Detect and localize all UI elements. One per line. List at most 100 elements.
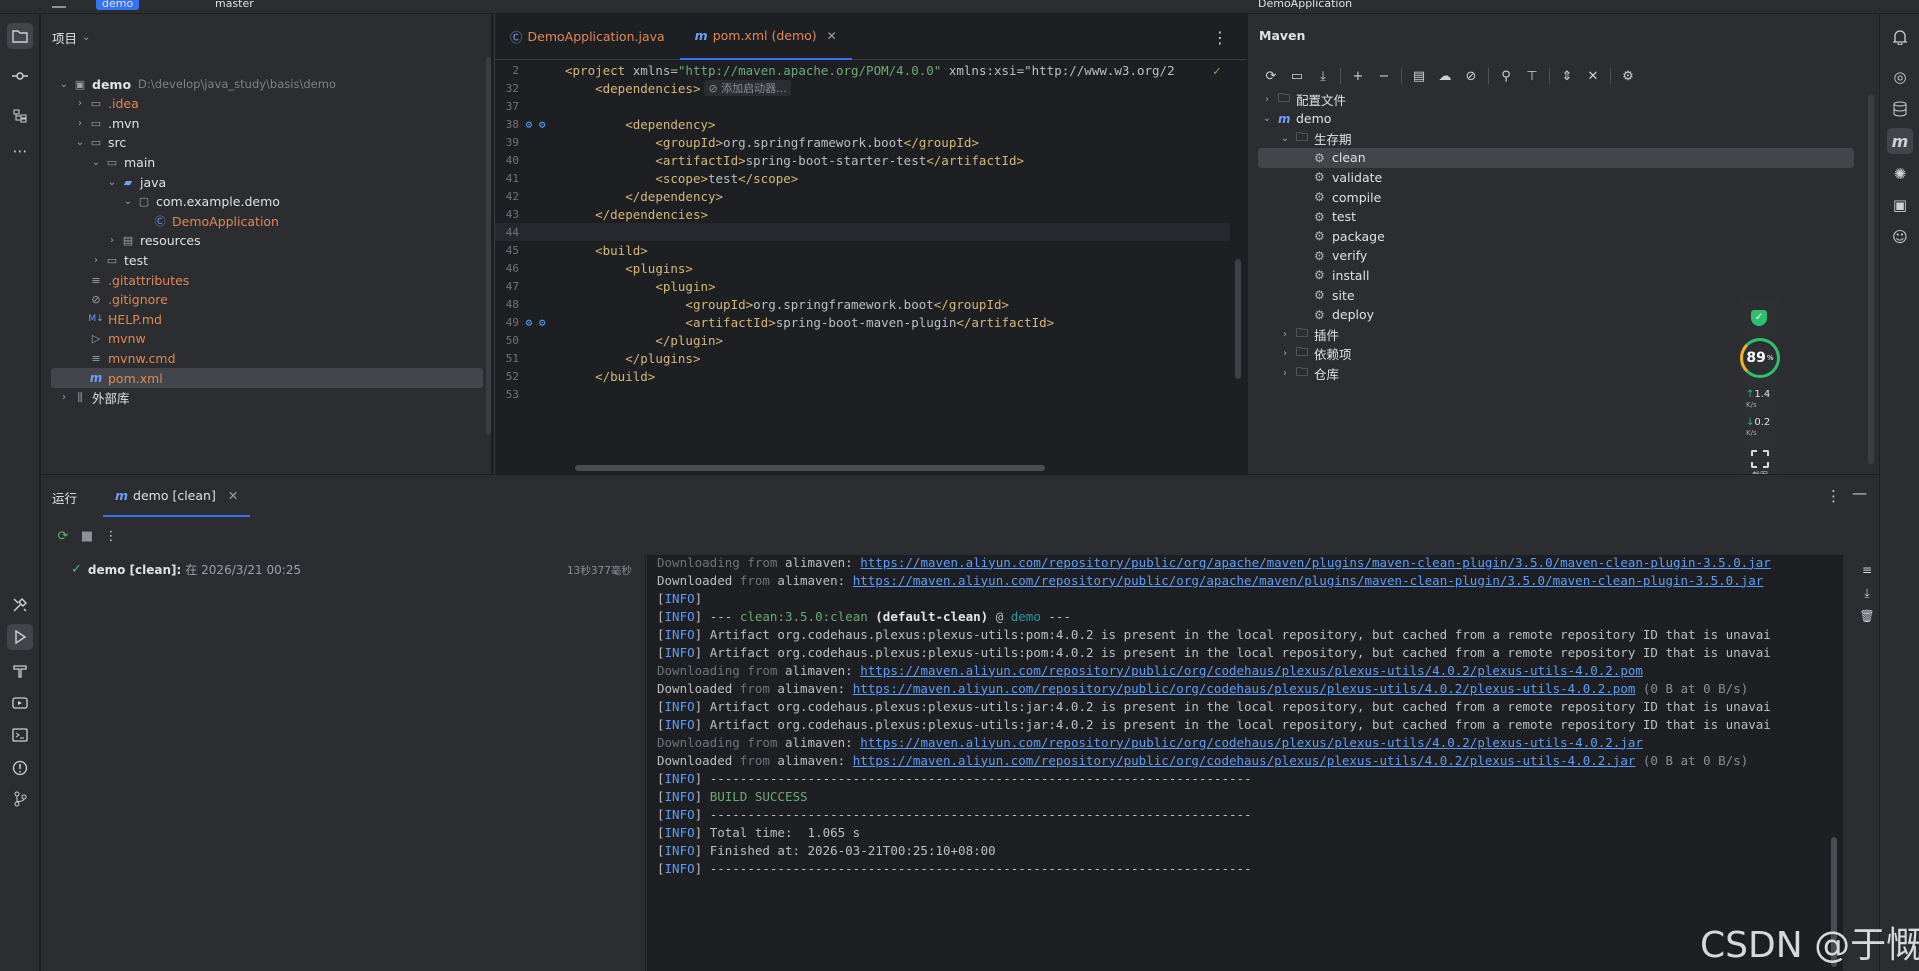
chevron-right-icon[interactable]: › [105, 235, 119, 246]
console-link[interactable]: https://maven.aliyun.com/repository/publ… [860, 735, 1643, 750]
run-tool-icon[interactable] [7, 624, 33, 650]
console-link[interactable]: https://maven.aliyun.com/repository/publ… [860, 663, 1643, 678]
project-badge[interactable]: demo [96, 0, 140, 10]
chevron-down-icon[interactable]: ⌄ [73, 137, 87, 148]
clear-all-icon[interactable]: 🗑 [1859, 609, 1875, 623]
chevron-down-icon[interactable]: ⌄ [82, 32, 90, 43]
code-line[interactable]: 38 ⚙ ⚙ <dependency> [495, 115, 1230, 133]
project-tree-item[interactable]: ≡ mvnw.cmd [41, 348, 483, 368]
project-scrollbar[interactable] [486, 57, 491, 435]
tab-pom-xml[interactable]: m pom.xml (demo) ✕ [679, 14, 852, 60]
main-menu-icon[interactable] [52, 0, 66, 8]
code-line[interactable]: 46 <plugins> [495, 259, 1230, 277]
performance-gauge[interactable]: 89% [1740, 338, 1780, 378]
project-tree-item[interactable]: › ▤ resources [41, 231, 483, 251]
reload-icon[interactable]: ⟳ [1258, 65, 1284, 87]
maven-goal-compile[interactable]: ⚙ compile [1258, 187, 1854, 207]
code-line[interactable]: 41 <scope>test</scope> [495, 169, 1230, 187]
maven-tree-item[interactable]: ⌄ m demo [1258, 109, 1854, 129]
console-link[interactable]: https://maven.aliyun.com/repository/publ… [853, 573, 1764, 588]
database-icon[interactable] [1887, 96, 1913, 122]
show-dependencies-icon[interactable]: ⚲ [1493, 65, 1519, 87]
maven-goal-install[interactable]: ⚙ install [1258, 265, 1854, 285]
stop-icon[interactable]: ■ [75, 525, 99, 547]
editor-horizontal-scrollbar[interactable] [575, 465, 1045, 471]
services-icon[interactable] [7, 690, 33, 716]
project-tree-item[interactable]: M↓ HELP.md [41, 309, 483, 329]
code-line[interactable]: 44 [495, 223, 1230, 241]
maven-goal-clean[interactable]: ⚙ clean [1258, 147, 1854, 168]
skip-tests-icon[interactable]: ⊘ [1458, 65, 1484, 87]
expand-icon[interactable]: ⇕ [1554, 65, 1580, 87]
project-panel-header[interactable]: 项目 ⌄ [41, 14, 491, 60]
code-line[interactable]: 2 <project xmlns="http://maven.apache.org… [495, 61, 1230, 79]
run-result-item[interactable]: ✓ demo [clean]: 在 2026/3/21 00:25 [71, 561, 301, 578]
chevron-down-icon[interactable]: ⌄ [105, 177, 119, 188]
notifications-icon[interactable] [1887, 24, 1913, 50]
chevron-right-icon[interactable]: › [73, 118, 87, 129]
project-tree-item[interactable]: ⌄ ▢ com.example.demo [41, 192, 483, 212]
close-icon[interactable]: ✕ [827, 29, 837, 43]
code-line[interactable]: 37 [495, 97, 1230, 115]
minimize-icon[interactable]: — [1852, 484, 1867, 502]
console-link[interactable]: https://maven.aliyun.com/repository/publ… [853, 753, 1636, 768]
editor-vertical-scrollbar[interactable] [1235, 259, 1241, 379]
add-project-folder-icon[interactable]: ▭ [1284, 65, 1310, 87]
branch-selector[interactable]: master [215, 0, 254, 10]
ai-assistant-icon[interactable]: ◎ [1887, 64, 1913, 90]
add-icon[interactable]: + [1345, 65, 1371, 87]
more-tools-icon[interactable]: ⋯ [7, 138, 33, 164]
maven-goal-test[interactable]: ⚙ test [1258, 207, 1854, 227]
add-starter-hint[interactable]: ⊘ 添加启动器... [704, 80, 791, 96]
rerun-icon[interactable]: ⟳ [51, 525, 75, 547]
code-line[interactable]: 50 </plugin> [495, 331, 1230, 349]
project-tree-item[interactable]: ⊘ .gitignore [41, 290, 483, 310]
code-line[interactable]: 48 <groupId>org.springframework.boot</gr… [495, 295, 1230, 313]
code-line[interactable]: 51 </plugins> [495, 349, 1230, 367]
collapse-icon[interactable]: ✕ [1580, 65, 1606, 87]
dependency-gutter-icon[interactable]: ⚙ ⚙ [519, 118, 565, 131]
code-line[interactable]: 45 <build> [495, 241, 1230, 259]
project-tree-item[interactable]: ⌄ ▭ main [41, 152, 483, 172]
terminal-icon[interactable] [7, 722, 33, 748]
project-tool-icon[interactable] [7, 23, 33, 49]
assistant-icon[interactable]: ☺ [1887, 224, 1913, 250]
chevron-down-icon[interactable]: ⌄ [121, 196, 135, 207]
more-options-icon[interactable]: ⋮ [1212, 28, 1228, 47]
maven-tool-icon[interactable]: m [1887, 128, 1913, 154]
chevron-down-icon[interactable]: ⌄ [1260, 113, 1274, 124]
console-link[interactable]: https://maven.aliyun.com/repository/publ… [860, 555, 1771, 570]
code-line[interactable]: 42 </dependency> [495, 187, 1230, 205]
project-tree-item[interactable]: › ▭ .mvn [41, 113, 483, 133]
console-link[interactable]: https://maven.aliyun.com/repository/publ… [853, 681, 1636, 696]
tab-demoapplication[interactable]: Ⓒ DemoApplication.java [495, 14, 680, 60]
scroll-to-end-icon[interactable]: ⤓ [1859, 586, 1875, 601]
chevron-right-icon[interactable]: › [1260, 94, 1274, 105]
download-sources-icon[interactable]: ⤓ [1310, 65, 1336, 87]
remove-icon[interactable]: − [1371, 65, 1397, 87]
settings-gear-icon[interactable]: ⚙ [1615, 65, 1641, 87]
chevron-right-icon[interactable]: › [1278, 329, 1292, 340]
code-line[interactable]: 32 <dependencies> ⊘ 添加启动器... [495, 79, 1230, 97]
chevron-right-icon[interactable]: › [1278, 348, 1292, 359]
maven-tree-item[interactable]: ⌄ 🗀 生存期 [1258, 128, 1854, 148]
code-line[interactable]: 52 </build> [495, 367, 1230, 385]
endpoints-icon[interactable]: ▣ [1887, 192, 1913, 218]
more-options-icon[interactable]: ⋮ [1826, 487, 1841, 505]
chevron-down-icon[interactable]: ⌄ [57, 79, 71, 90]
maven-goal-validate[interactable]: ⚙ validate [1258, 167, 1854, 187]
execute-goal-icon[interactable]: ▤ [1406, 65, 1432, 87]
code-line[interactable]: 47 <plugin> [495, 277, 1230, 295]
maven-tree-item[interactable]: › 🗀 配置文件 [1258, 89, 1854, 109]
chevron-right-icon[interactable]: › [57, 392, 71, 403]
project-tree-item[interactable]: › ▭ test [41, 250, 483, 270]
close-icon[interactable]: ✕ [228, 488, 238, 503]
chevron-down-icon[interactable]: ⌄ [89, 157, 103, 168]
code-line[interactable]: 39 <groupId>org.springframework.boot</gr… [495, 133, 1230, 151]
structure-icon[interactable] [7, 103, 33, 129]
console-output[interactable]: Downloading from alimaven: https://maven… [647, 555, 1843, 971]
run-config-selector[interactable]: DemoApplication [1258, 0, 1352, 10]
project-tree-item[interactable]: ▷ mvnw [41, 329, 483, 349]
maven-goal-verify[interactable]: ⚙ verify [1258, 246, 1854, 266]
soft-wrap-icon[interactable]: ≡ [1859, 563, 1875, 577]
